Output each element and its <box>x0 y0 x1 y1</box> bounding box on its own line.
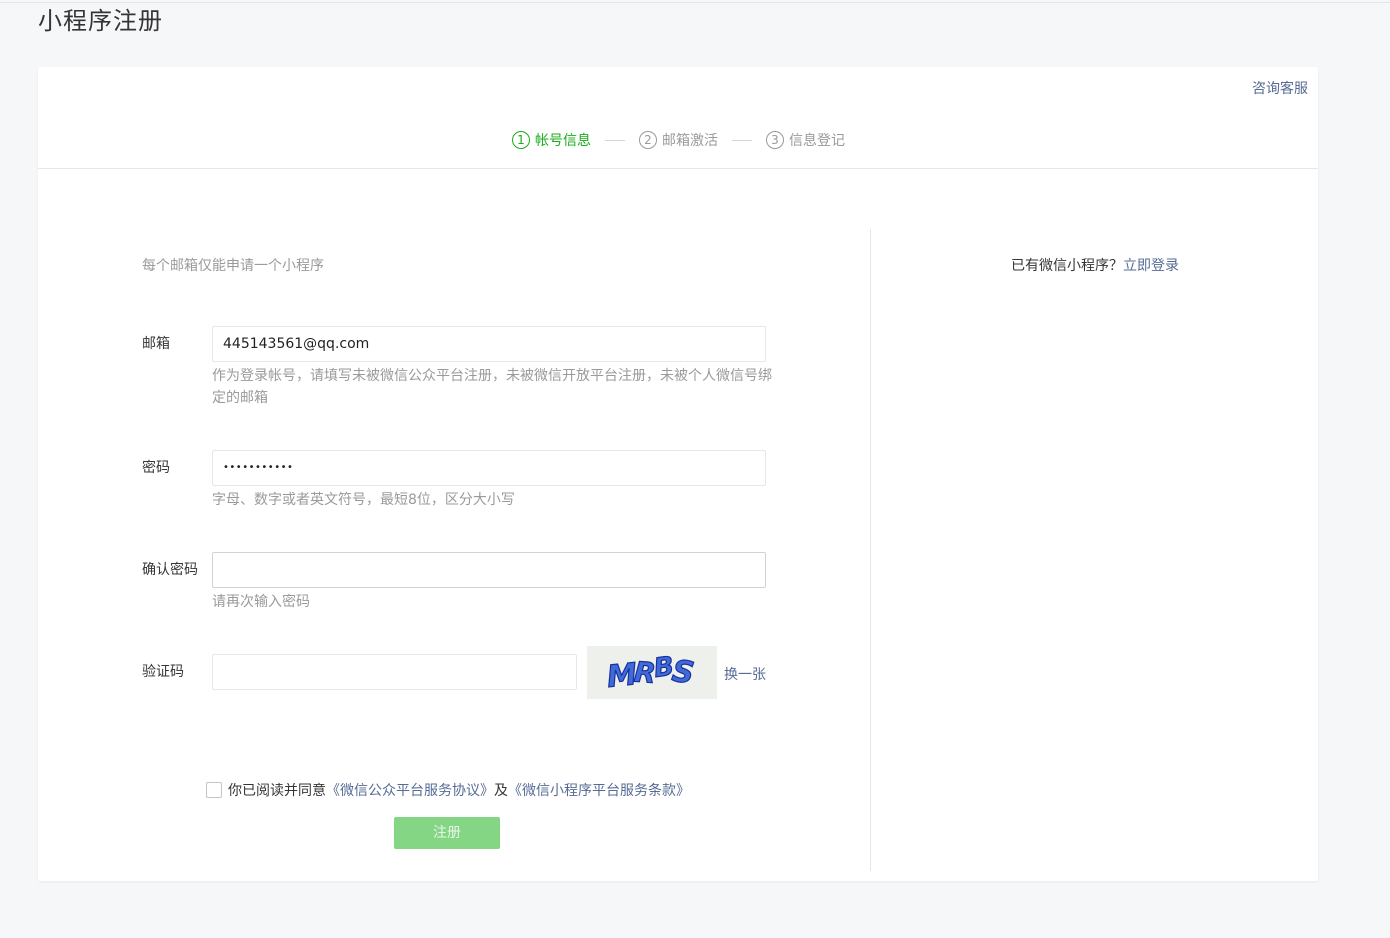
step-connector <box>732 139 752 141</box>
form-tip: 每个邮箱仅能申请一个小程序 <box>142 258 324 274</box>
agreement-middle: 及 <box>494 783 508 799</box>
column-divider <box>870 229 871 871</box>
service-agreement-link[interactable]: 《微信公众平台服务协议》 <box>326 780 494 800</box>
email-field[interactable]: 445143561@qq.com <box>212 326 766 362</box>
password-field[interactable]: ••••••••••• <box>212 450 766 486</box>
step-label: 帐号信息 <box>535 133 591 149</box>
existing-account-prompt: 已有微信小程序？立即登录 <box>1011 255 1179 275</box>
register-button[interactable]: 注册 <box>394 817 500 849</box>
captcha-image[interactable]: M R B S <box>587 646 717 699</box>
step-connector <box>605 139 625 141</box>
page-title: 小程序注册 <box>38 7 163 35</box>
step-number: 2 <box>639 131 657 149</box>
step-info-registration: 3 信息登记 <box>766 130 845 150</box>
step-account-info: 1 帐号信息 <box>512 130 591 150</box>
svg-text:S: S <box>670 654 696 692</box>
step-indicator: 1 帐号信息 2 邮箱激活 3 信息登记 <box>512 129 845 151</box>
captcha-label: 验证码 <box>142 664 184 680</box>
step-label: 邮箱激活 <box>662 133 718 149</box>
confirm-password-field[interactable] <box>212 552 766 588</box>
step-number: 3 <box>766 131 784 149</box>
confirm-password-label: 确认密码 <box>142 562 198 578</box>
password-label: 密码 <box>142 460 170 476</box>
password-hint: 字母、数字或者英文符号，最短8位，区分大小写 <box>212 492 515 508</box>
step-label: 信息登记 <box>789 133 845 149</box>
registration-card: 咨询客服 1 帐号信息 2 邮箱激活 3 信息登记 每个邮箱仅能申请一个小程序 … <box>38 67 1318 881</box>
agreement-row: 你已阅读并同意 《微信公众平台服务协议》 及 《微信小程序平台服务条款》 <box>206 780 690 800</box>
agreement-checkbox[interactable] <box>206 782 222 798</box>
existing-account-text: 已有微信小程序？ <box>1011 258 1123 274</box>
email-hint: 作为登录帐号，请填写未被微信公众平台注册，未被微信开放平台注册，未被个人微信号绑… <box>212 368 772 406</box>
captcha-field[interactable] <box>212 654 577 690</box>
consult-customer-service-link[interactable]: 咨询客服 <box>1252 78 1308 98</box>
agreement-prefix: 你已阅读并同意 <box>228 783 326 799</box>
header-divider <box>38 168 1318 169</box>
login-now-link[interactable]: 立即登录 <box>1123 258 1179 274</box>
refresh-captcha-link[interactable]: 换一张 <box>724 664 766 684</box>
top-border <box>0 2 1390 3</box>
confirm-password-hint: 请再次输入密码 <box>212 594 310 610</box>
step-number: 1 <box>512 131 530 149</box>
email-label: 邮箱 <box>142 336 170 352</box>
step-email-activation: 2 邮箱激活 <box>639 130 718 150</box>
service-terms-link[interactable]: 《微信小程序平台服务条款》 <box>508 780 690 800</box>
